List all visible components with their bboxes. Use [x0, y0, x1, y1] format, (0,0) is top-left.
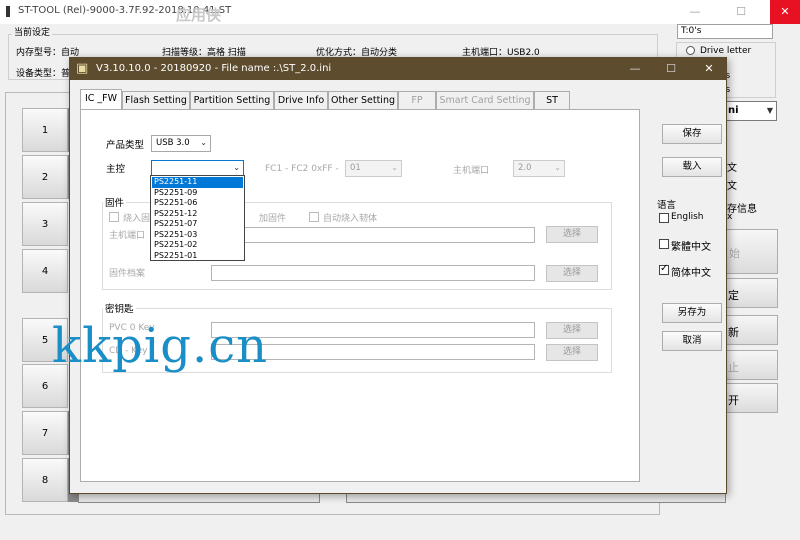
key-group-label: 密钥匙 — [103, 301, 136, 315]
dropdown-option[interactable]: PS2251-11 — [152, 177, 243, 188]
maximize-button[interactable]: ☐ — [726, 0, 756, 24]
settings-dialog: ▣ V3.10.10.0 - 20180920 - File name :.\S… — [69, 57, 727, 494]
cancel-button[interactable]: 取消 — [662, 331, 722, 351]
close-button[interactable]: ✕ — [770, 0, 800, 24]
chevron-down-icon: ⌄ — [391, 163, 398, 172]
lang-fragment: 文 — [727, 163, 737, 174]
port-button-2[interactable]: 2 — [22, 155, 68, 199]
tab-ic-fw[interactable]: IC _FW — [80, 89, 122, 111]
open-button[interactable]: 开 — [718, 383, 778, 413]
timer-field: T:0's — [677, 24, 773, 39]
dialog-maximize-button[interactable]: ☐ — [656, 58, 686, 80]
chevron-down-icon: ⌄ — [233, 163, 240, 172]
dropdown-option[interactable]: PS2251-09 — [152, 188, 243, 199]
firmware-group-label: 固件 — [103, 195, 127, 209]
mode-select-value: ni — [728, 105, 739, 116]
dialog-title: V3.10.10.0 - 20180920 - File name :.\ST_… — [96, 63, 332, 74]
tab-st[interactable]: ST — [534, 91, 570, 110]
dropdown-option[interactable]: PS2251-01 — [152, 251, 243, 262]
minimize-button[interactable]: — — [680, 0, 710, 24]
tab-drive-info[interactable]: Drive Info — [274, 91, 328, 110]
tab-partition-setting[interactable]: Partition Setting — [190, 91, 274, 110]
controller-label: 主控 — [106, 164, 126, 175]
fc-label: FC1 - FC2 0xFF - — [265, 164, 339, 174]
fw-host-port-label: 主机端口 — [109, 231, 146, 241]
load-button[interactable]: 载入 — [662, 157, 722, 177]
dialog-app-icon: ▣ — [76, 61, 89, 76]
tab-smart-card-setting[interactable]: Smart Card Setting — [436, 91, 534, 110]
dialog-close-button[interactable]: ✕ — [694, 58, 724, 80]
dialog-titlebar: ▣ V3.10.10.0 - 20180920 - File name :.\S… — [70, 58, 726, 80]
chevron-down-icon: ⌄ — [200, 138, 207, 147]
product-type-label: 产品类型 — [106, 140, 145, 151]
port-button-7[interactable]: 7 — [22, 411, 68, 455]
current-settings-label: 当前设定 — [12, 25, 53, 38]
auto-burn-checkbox[interactable] — [309, 212, 319, 222]
controller-dropdown-list: PS2251-11 PS2251-09 PS2251-06 PS2251-12 … — [150, 175, 245, 261]
english-label: English — [671, 212, 704, 222]
host-port-label: 主机端口 — [453, 166, 490, 176]
logo-watermark: 应用侠 — [176, 6, 222, 24]
confirm-button[interactable]: 定 — [718, 278, 778, 308]
save-as-button[interactable]: 另存为 — [662, 303, 722, 323]
host-port-value: 2.0 — [518, 163, 532, 173]
ic-fw-panel: 产品类型 USB 3.0 ⌄ 主控 ⌄ FC1 - FC2 0xFF - 01 … — [80, 109, 640, 482]
tab-fp[interactable]: FP — [398, 91, 436, 110]
traditional-chinese-checkbox[interactable] — [659, 239, 669, 249]
fw-file-select-button[interactable]: 选择 — [546, 265, 598, 282]
port-button-3[interactable]: 3 — [22, 202, 68, 246]
drive-letter-label: Drive letter — [700, 46, 752, 56]
fw-file-field[interactable] — [211, 265, 535, 281]
english-checkbox[interactable] — [659, 213, 669, 223]
burn-firmware-checkbox[interactable] — [109, 212, 119, 222]
traditional-chinese-label: 繁體中文 — [671, 242, 711, 253]
dropdown-option[interactable]: PS2251-06 — [152, 198, 243, 209]
stop-button[interactable]: 止 — [718, 350, 778, 380]
save-button[interactable]: 保存 — [662, 124, 722, 144]
start-button[interactable]: 始 — [718, 229, 778, 274]
add-firmware-label: 加固件 — [259, 214, 287, 224]
simplified-chinese-checkbox[interactable] — [659, 263, 669, 275]
simplified-chinese-label: 简体中文 — [671, 268, 711, 279]
host-port-select[interactable]: 2.0 ⌄ — [513, 160, 565, 177]
dropdown-option[interactable]: PS2251-03 — [152, 230, 243, 241]
auto-burn-label: 自动烧入韧体 — [323, 214, 378, 224]
dialog-minimize-button[interactable]: — — [620, 58, 650, 80]
chevron-down-icon: ▼ — [766, 106, 773, 115]
product-type-value: USB 3.0 — [156, 138, 190, 148]
lang-fragment: 文 — [727, 181, 737, 192]
pvc-key-select-button[interactable]: 选择 — [546, 322, 598, 339]
refresh-button[interactable]: 新 — [718, 315, 778, 345]
cd-key-select-button[interactable]: 选择 — [546, 344, 598, 361]
drive-letter-radio[interactable] — [686, 46, 695, 55]
product-type-select[interactable]: USB 3.0 ⌄ — [151, 135, 211, 152]
dropdown-option[interactable]: PS2251-12 — [152, 209, 243, 220]
fc-select[interactable]: 01 ⌄ — [345, 160, 402, 177]
app-icon — [6, 6, 10, 17]
fw-host-port-field[interactable] — [211, 227, 535, 243]
site-watermark: kkpig.cn — [52, 318, 269, 374]
port-button-4[interactable]: 4 — [22, 249, 68, 293]
fc-value: 01 — [350, 163, 361, 173]
dropdown-option[interactable]: PS2251-07 — [152, 219, 243, 230]
language-label: 语言 — [657, 200, 677, 211]
tab-other-setting[interactable]: Other Setting — [328, 91, 398, 110]
device-type-text: 设备类型：普 — [16, 69, 71, 79]
chevron-down-icon: ⌄ — [554, 163, 561, 172]
port-button-8[interactable]: 8 — [22, 458, 68, 502]
info-fragment: x — [727, 212, 733, 222]
fw-select-button[interactable]: 选择 — [546, 226, 598, 243]
fw-file-label: 固件档案 — [109, 269, 146, 279]
port-button-1[interactable]: 1 — [22, 108, 68, 152]
dropdown-option[interactable]: PS2251-02 — [152, 240, 243, 251]
tab-flash-setting[interactable]: Flash Setting — [122, 91, 190, 110]
